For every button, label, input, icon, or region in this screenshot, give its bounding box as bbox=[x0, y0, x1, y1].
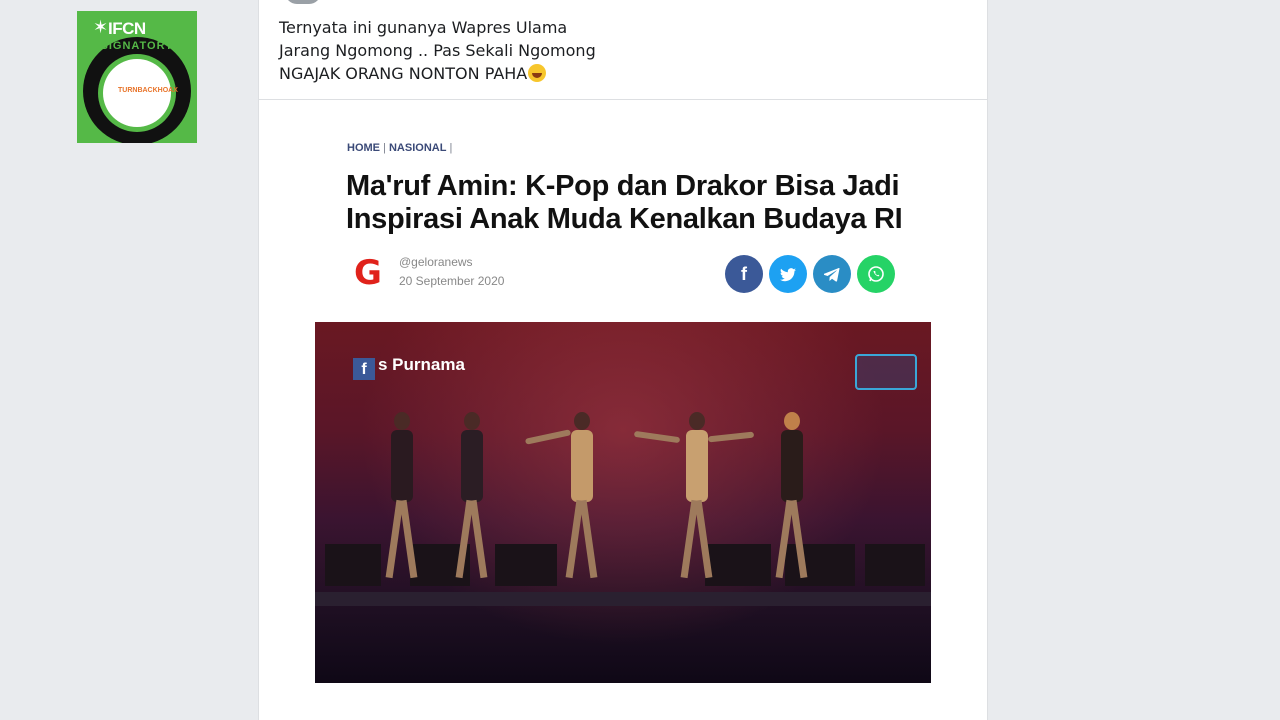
stage-speaker bbox=[495, 544, 557, 586]
stage-speaker bbox=[705, 544, 771, 586]
post-text: Ternyata ini gunanya Wapres Ulama Jarang… bbox=[279, 16, 879, 85]
gelora-logo: G bbox=[349, 254, 387, 292]
divider bbox=[259, 99, 987, 100]
twitter-share-button[interactable] bbox=[769, 255, 807, 293]
dancer bbox=[633, 412, 755, 582]
post-text-line-content: NGAJAK ORANG NONTON PAHA bbox=[279, 64, 528, 83]
avatar[interactable] bbox=[285, 0, 321, 4]
breadcrumb-section: NASIONAL bbox=[388, 142, 447, 154]
laughing-emoji-icon bbox=[528, 64, 547, 82]
stage-speaker bbox=[865, 544, 925, 586]
article-headline: Ma'ruf Amin: K-Pop dan Drakor Bisa Jadi … bbox=[346, 170, 903, 235]
post-text-line: Ternyata ini gunanya Wapres Ulama bbox=[279, 18, 568, 37]
ifcn-label: IFCN bbox=[108, 19, 146, 38]
stage-speaker bbox=[325, 544, 381, 586]
social-post: Ternyata ini gunanya Wapres Ulama Jarang… bbox=[258, 0, 988, 720]
dancer bbox=[385, 412, 419, 582]
dancer bbox=[455, 412, 489, 582]
video-thumbnail[interactable]: fs Purnama bbox=[315, 322, 931, 683]
ring-core: TURNBACKHOAX bbox=[103, 59, 178, 127]
video-watermark: fs Purnama bbox=[353, 355, 465, 380]
facebook-share-button[interactable]: f bbox=[725, 255, 763, 293]
signatory-ring-text: SIGNATORY bbox=[100, 40, 174, 52]
tv-channel-logo bbox=[855, 354, 917, 390]
telegram-icon bbox=[823, 264, 840, 284]
post-text-line: Jarang Ngomong .. Pas Sekali Ngomong bbox=[279, 41, 596, 60]
post-text-line: NGAJAK ORANG NONTON PAHA bbox=[279, 62, 879, 85]
signatory-ring: SIGNATORY TURNBACKHOAX bbox=[83, 37, 191, 143]
whatsapp-share-button[interactable] bbox=[857, 255, 895, 293]
watermark-text: s Purnama bbox=[378, 355, 465, 374]
dancer bbox=[524, 412, 599, 582]
ring-inner: TURNBACKHOAX bbox=[98, 54, 178, 132]
breadcrumb-home: HOME bbox=[347, 142, 380, 154]
author-name: @geloranews bbox=[399, 255, 473, 269]
breadcrumb: HOME | NASIONAL | bbox=[347, 142, 453, 154]
ifcn-logo: ✶ IFCN bbox=[77, 17, 197, 39]
turnbackhoax-logo: TURNBACKHOAX bbox=[118, 87, 178, 94]
stage-floor bbox=[315, 592, 931, 606]
whatsapp-icon bbox=[867, 264, 885, 284]
gelora-logo-icon: G bbox=[354, 253, 382, 293]
ifcn-signatory-badge: ✶ IFCN SIGNATORY TURNBACKHOAX bbox=[77, 11, 197, 143]
twitter-icon bbox=[780, 264, 796, 284]
telegram-share-button[interactable] bbox=[813, 255, 851, 293]
facebook-icon: f bbox=[353, 358, 375, 380]
dancer bbox=[775, 412, 809, 582]
star-icon: ✶ bbox=[93, 17, 109, 37]
article-date: 20 September 2020 bbox=[399, 274, 505, 288]
facebook-icon: f bbox=[741, 264, 747, 284]
